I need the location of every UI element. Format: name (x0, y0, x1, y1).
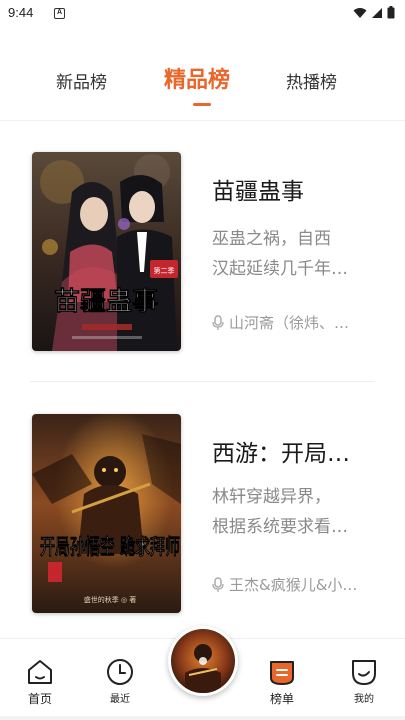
book-cover[interactable]: 第二季 苗疆蛊事 (32, 152, 181, 351)
book-cover[interactable]: 开局孙悟空 跪求拜师 盛世的秋季 ◎ 著 (32, 414, 181, 613)
book-narrator: 山河斋（徐炜、… (212, 312, 377, 333)
cover-title: 苗疆蛊事 (54, 287, 158, 317)
book-title: 西游：开局… (212, 441, 350, 467)
status-time: 9:44 (8, 5, 34, 20)
tabs-divider (0, 120, 405, 121)
narrator-name: 山河斋（徐炜、… (229, 314, 350, 332)
book-description: 巫蛊之祸，自西 汉起延续几千年… (212, 224, 377, 284)
book-item[interactable]: 第二季 苗疆蛊事 苗疆蛊事 巫蛊之祸，自西 汉起延续几千年… 山河斋（徐炜、… (0, 152, 405, 352)
status-icons (353, 6, 395, 19)
cover-title: 开局孙悟空 跪求拜师 (40, 534, 180, 559)
home-icon (28, 660, 52, 684)
book-description-line: 林轩穿越异界， (212, 487, 331, 507)
nav-recent[interactable]: 最近 (90, 657, 150, 705)
book-item[interactable]: 开局孙悟空 跪求拜师 盛世的秋季 ◎ 著 西游：开局… 林轩穿越异界， 根据系统… (0, 414, 405, 614)
nav-home[interactable]: 首页 (10, 657, 70, 707)
wifi-icon (353, 7, 367, 18)
now-playing-disc[interactable] (168, 626, 238, 696)
signal-icon (372, 7, 382, 18)
cover-badge: 第二季 (154, 266, 175, 275)
microphone-icon (212, 576, 224, 592)
cover-author: 盛世的秋季 ◎ 著 (84, 595, 137, 604)
tab-new[interactable]: 新品榜 (56, 68, 107, 93)
book-narrator: 王杰&疯猴儿&小… (212, 574, 377, 595)
book-description-line: 根据系统要求看… (212, 517, 348, 537)
book-description-line: 汉起延续几千年… (212, 259, 348, 279)
list-divider (30, 381, 375, 382)
nav-label: 榜单 (269, 692, 294, 706)
nav-ranking[interactable]: 榜单 (252, 657, 312, 707)
tab-active-indicator (193, 103, 211, 106)
profile-icon (352, 660, 376, 685)
now-playing-cover (171, 629, 235, 693)
book-description-line: 巫蛊之祸，自西 (212, 229, 331, 249)
nav-label: 最近 (110, 694, 130, 705)
nav-label: 我的 (354, 694, 374, 705)
status-bar: 9:44 A (0, 0, 405, 28)
microphone-icon (212, 314, 224, 330)
app-notification-icon: A (54, 8, 65, 19)
home-indicator (0, 716, 405, 720)
clock-icon (107, 659, 133, 685)
nav-profile[interactable]: 我的 (334, 657, 394, 705)
book-title: 苗疆蛊事 (212, 179, 304, 205)
book-description: 林轩穿越异界， 根据系统要求看… (212, 482, 377, 542)
ranking-icon (270, 661, 294, 685)
battery-icon (387, 6, 395, 19)
tab-premium[interactable]: 精品榜 (164, 62, 230, 94)
ranking-tabs: 新品榜 精品榜 热播榜 (0, 56, 405, 106)
nav-label: 首页 (27, 692, 52, 706)
narrator-name: 王杰&疯猴儿&小… (229, 576, 358, 594)
tab-hot[interactable]: 热播榜 (286, 68, 337, 93)
